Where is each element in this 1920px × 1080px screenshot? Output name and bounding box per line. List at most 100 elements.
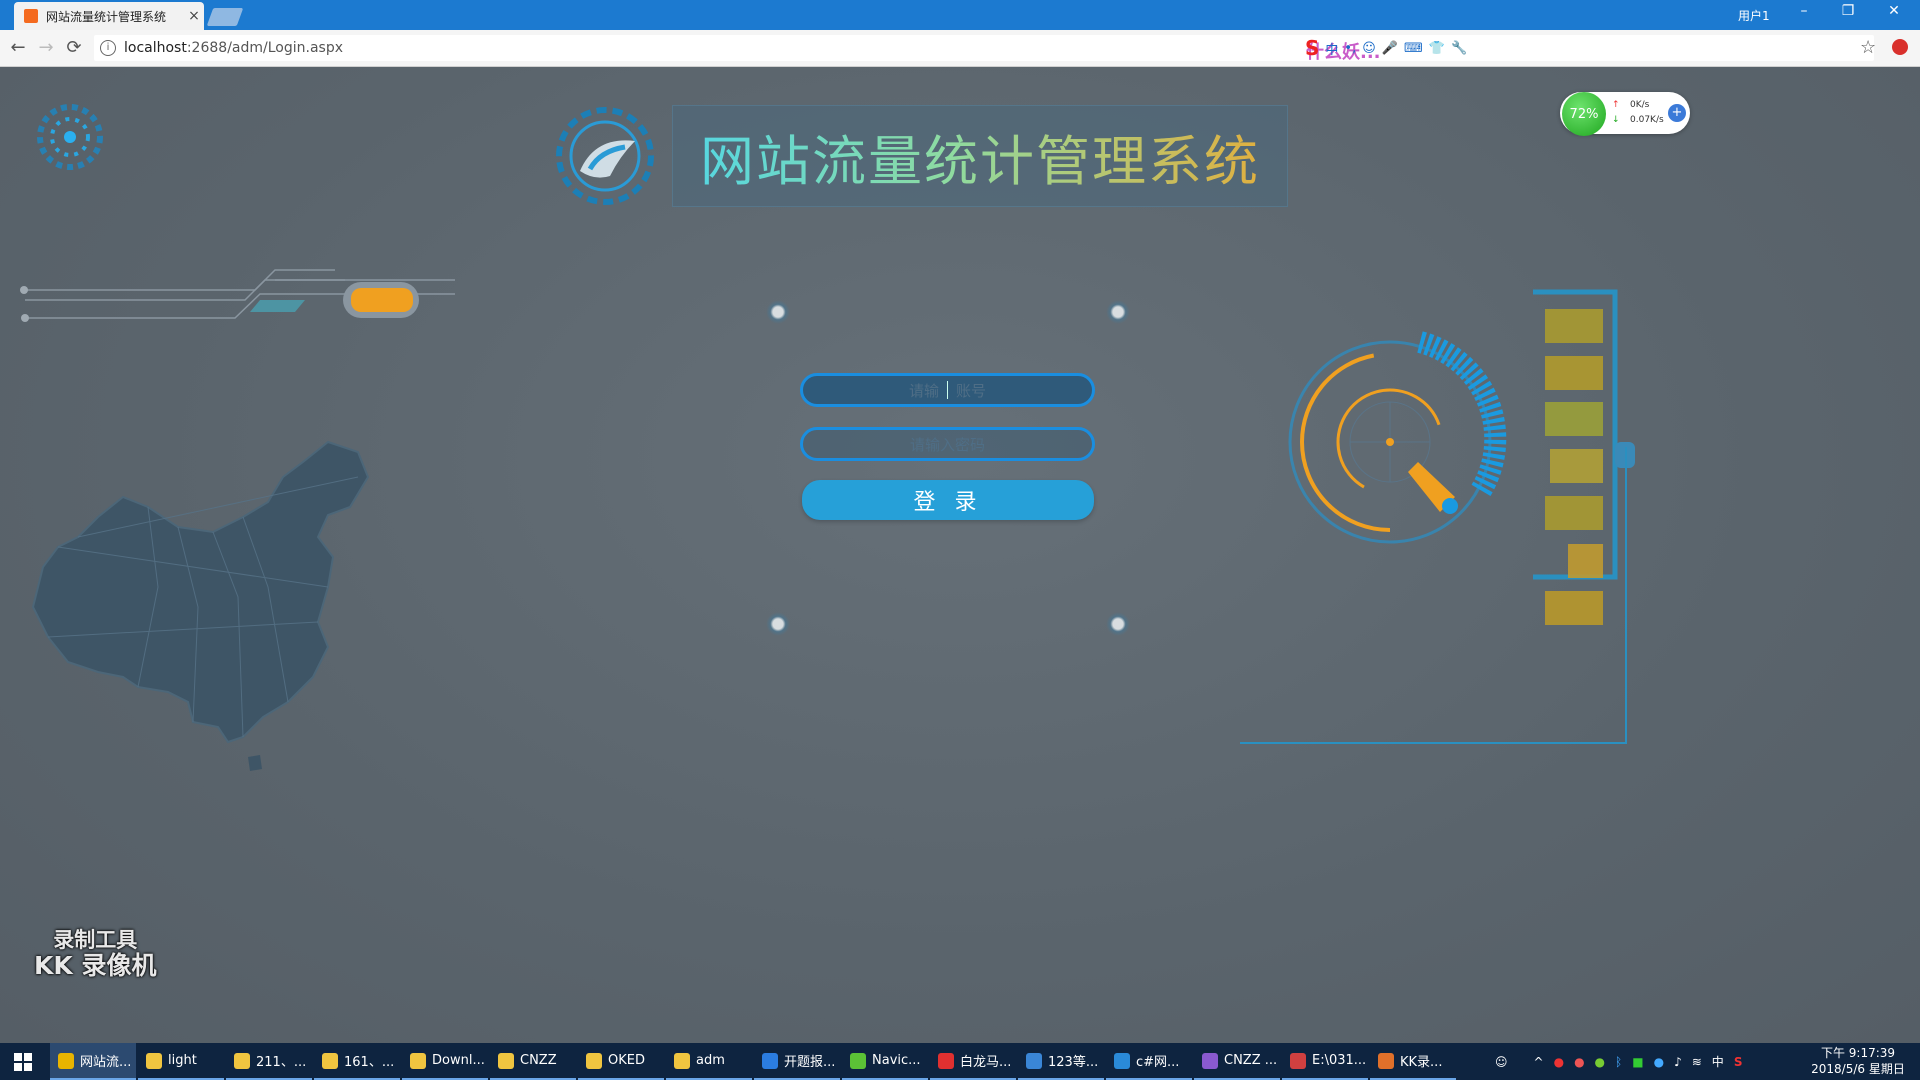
login-button[interactable]: 登 录 bbox=[802, 480, 1094, 520]
tray-app-icon[interactable]: ● bbox=[1554, 1055, 1564, 1069]
volume-icon[interactable]: ♪ bbox=[1674, 1055, 1682, 1069]
wifi-icon[interactable]: ≋ bbox=[1692, 1055, 1702, 1069]
taskbar-item-label: 白龙马... bbox=[960, 1055, 1012, 1070]
back-icon[interactable]: ← bbox=[8, 37, 28, 58]
app-icon bbox=[762, 1052, 778, 1069]
taskbar-item[interactable]: CNZZ ... bbox=[1194, 1043, 1280, 1080]
tab-close-icon[interactable]: × bbox=[184, 8, 204, 24]
app-icon bbox=[586, 1052, 602, 1069]
ime-punct-toggle[interactable]: •, bbox=[1344, 41, 1356, 56]
taskbar-item[interactable]: 123等... bbox=[1018, 1043, 1104, 1080]
new-tab-button[interactable] bbox=[206, 8, 244, 26]
ime-keyboard-icon[interactable]: ⌨ bbox=[1404, 41, 1423, 56]
taskbar-clock[interactable]: 下午 9:17:39 2018/5/6 星期日 bbox=[1808, 1045, 1908, 1077]
taskbar-item[interactable]: adm bbox=[666, 1043, 752, 1080]
windows-icon bbox=[14, 1052, 32, 1071]
ime-lang-toggle[interactable]: 中 bbox=[1325, 39, 1338, 58]
taskbar-item-label: c#网... bbox=[1136, 1055, 1180, 1070]
app-icon bbox=[938, 1052, 954, 1069]
browser-tab[interactable]: 网站流量统计管理系统 × bbox=[14, 2, 204, 30]
password-input[interactable]: 请输入密码 bbox=[800, 427, 1095, 461]
download-arrow-icon: ↓ bbox=[1612, 115, 1620, 125]
window-user-label[interactable]: 用户1 bbox=[1738, 7, 1770, 24]
taskbar-item[interactable]: CNZZ bbox=[490, 1043, 576, 1080]
app-icon bbox=[146, 1052, 162, 1069]
taskbar-item-label: OKED bbox=[608, 1053, 645, 1068]
text-caret bbox=[947, 381, 948, 399]
app-icon bbox=[1378, 1052, 1394, 1069]
page-title: 网站流量统计管理系统 bbox=[700, 117, 1260, 196]
url-host: localhost bbox=[124, 40, 187, 56]
input-lang-indicator[interactable]: 中 bbox=[1712, 1053, 1724, 1070]
clock-time: 下午 9:17:39 bbox=[1820, 1046, 1896, 1060]
people-icon[interactable]: ☺ bbox=[1495, 1055, 1508, 1069]
network-speed-widget[interactable]: 72% ↑ ↓ 0K/s 0.07K/s + bbox=[1560, 92, 1690, 136]
tray-app-icon[interactable]: ● bbox=[1595, 1055, 1605, 1069]
app-icon bbox=[850, 1052, 866, 1069]
taskbar-item[interactable]: E:\031... bbox=[1282, 1043, 1368, 1080]
taskbar-item[interactable]: light bbox=[138, 1043, 224, 1080]
site-info-icon[interactable]: i bbox=[100, 40, 116, 56]
taskbar-item[interactable]: c#网... bbox=[1106, 1043, 1192, 1080]
ime-voice-icon[interactable]: 🎤 bbox=[1382, 41, 1398, 56]
extension-icon[interactable] bbox=[1892, 39, 1908, 55]
watermark-line1: 录制工具 bbox=[53, 928, 138, 952]
taskbar-item-label: 网站流... bbox=[80, 1055, 132, 1070]
taskbar-item-label: light bbox=[168, 1053, 197, 1068]
ime-tools-icon[interactable]: 🔧 bbox=[1451, 41, 1467, 56]
accelerate-button[interactable]: + bbox=[1668, 104, 1686, 122]
taskbar-item-label: 211、... bbox=[256, 1055, 307, 1070]
taskbar-item-label: 开题报... bbox=[784, 1055, 836, 1070]
frame-corner-dot bbox=[766, 300, 790, 324]
app-icon bbox=[410, 1052, 426, 1069]
taskbar-item[interactable]: 开题报... bbox=[754, 1043, 840, 1080]
clock-date: 2018/5/6 星期日 bbox=[1811, 1062, 1905, 1076]
username-placeholder-right: 账号 bbox=[956, 381, 987, 400]
reload-icon[interactable]: ⟳ bbox=[64, 37, 84, 58]
ime-emoji-icon[interactable]: ☺ bbox=[1362, 41, 1376, 56]
radar-dial-illustration bbox=[1288, 331, 1507, 544]
app-icon bbox=[1290, 1052, 1306, 1069]
window-close-button[interactable]: ✕ bbox=[1874, 3, 1914, 19]
taskbar-item-label: adm bbox=[696, 1053, 725, 1068]
recorder-watermark: 录制工具 KK 录像机 bbox=[34, 928, 156, 980]
taskbar-item-label: Downl... bbox=[432, 1053, 485, 1068]
bluetooth-icon[interactable]: ᛒ bbox=[1615, 1055, 1622, 1069]
taskbar-item-label: 123等... bbox=[1048, 1055, 1099, 1070]
tray-expand-icon[interactable]: ^ bbox=[1534, 1055, 1544, 1069]
forward-icon[interactable]: → bbox=[36, 37, 56, 58]
upload-speed: 0K/s bbox=[1630, 100, 1650, 110]
header-banner: 网站流量统计管理系统 bbox=[672, 105, 1288, 207]
frame-line bbox=[1240, 742, 1627, 744]
tray-app-icon[interactable]: ● bbox=[1654, 1055, 1664, 1069]
address-bar: ← → ⟳ i localhost:2688/adm/Login.aspx ☆ bbox=[0, 30, 1920, 67]
level-bars-illustration bbox=[1533, 289, 1635, 625]
taskbar: 网站流... light 211、... 161、... Downl... CNZZ OKE… bbox=[0, 1043, 1920, 1080]
tab-title: 网站流量统计管理系统 bbox=[46, 9, 167, 24]
taskbar-item-label: E:\031... bbox=[1312, 1053, 1367, 1068]
restore-button[interactable]: ❐ bbox=[1828, 3, 1868, 19]
username-input[interactable]: 请输 账号 bbox=[800, 373, 1095, 407]
tray-app-icon[interactable]: ● bbox=[1574, 1055, 1584, 1069]
username-placeholder-left: 请输 bbox=[908, 381, 939, 400]
start-button[interactable] bbox=[0, 1043, 46, 1080]
login-page: 网站流量统计管理系统 请输 账号 请输入密码 登 录 录制工具 KK 录像机 bbox=[0, 67, 1920, 1043]
url-field[interactable]: i localhost:2688/adm/Login.aspx bbox=[94, 35, 1874, 61]
taskbar-item[interactable]: 网站流... bbox=[50, 1043, 136, 1080]
taskbar-item[interactable]: 161、... bbox=[314, 1043, 400, 1080]
app-icon bbox=[1114, 1052, 1130, 1069]
minimize-button[interactable]: – bbox=[1784, 3, 1824, 19]
sogou-tray-icon[interactable]: S bbox=[1734, 1055, 1743, 1069]
taskbar-item[interactable]: 白龙马... bbox=[930, 1043, 1016, 1080]
taskbar-item-label: KK录... bbox=[1400, 1055, 1443, 1070]
taskbar-item[interactable]: Downl... bbox=[402, 1043, 488, 1080]
taskbar-item[interactable]: KK录... bbox=[1370, 1043, 1456, 1080]
tray-app-icon[interactable]: ■ bbox=[1632, 1055, 1643, 1069]
taskbar-item[interactable]: Navic... bbox=[842, 1043, 928, 1080]
url-path: :2688/adm/Login.aspx bbox=[186, 40, 343, 56]
ime-logo-icon[interactable]: S bbox=[1305, 36, 1319, 60]
bookmark-star-icon[interactable]: ☆ bbox=[1860, 37, 1876, 58]
ime-skin-icon[interactable]: 👕 bbox=[1429, 41, 1445, 56]
taskbar-item[interactable]: OKED bbox=[578, 1043, 664, 1080]
taskbar-item[interactable]: 211、... bbox=[226, 1043, 312, 1080]
